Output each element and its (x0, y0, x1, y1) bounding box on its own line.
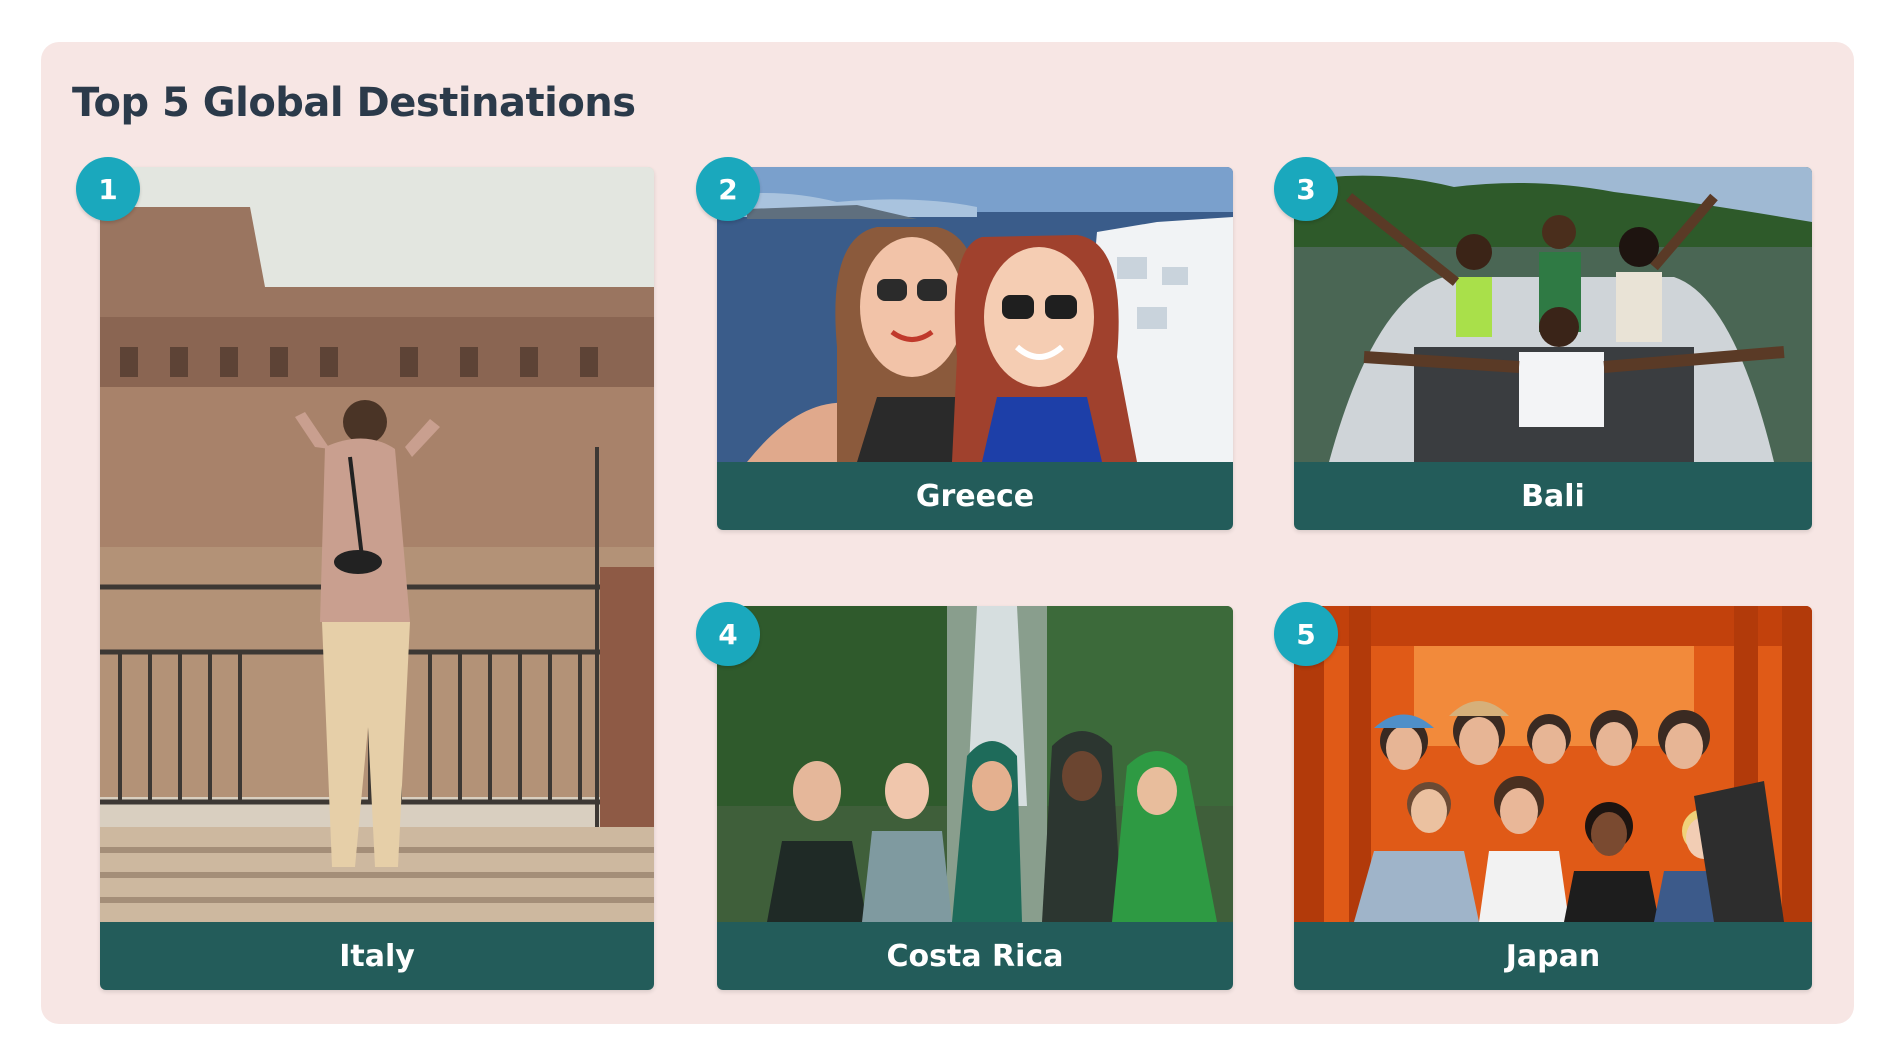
destination-card-bali[interactable]: Bali (1294, 167, 1812, 530)
rank-badge-3: 3 (1274, 157, 1338, 221)
waterfall-group-photo (717, 606, 1233, 922)
destination-card-greece[interactable]: Greece (717, 167, 1233, 530)
destination-label: Greece (717, 462, 1233, 530)
destination-card-japan[interactable]: Japan (1294, 606, 1812, 990)
destination-label: Japan (1294, 922, 1812, 990)
rank-badge-2: 2 (696, 157, 760, 221)
colosseum-photo (100, 167, 654, 922)
rank-badge-1: 1 (76, 157, 140, 221)
destination-card-costa-rica[interactable]: Costa Rica (717, 606, 1233, 990)
torii-gates-group-photo (1294, 606, 1812, 922)
rank-badge-4: 4 (696, 602, 760, 666)
santorini-selfie-photo (717, 167, 1233, 462)
boat-group-photo (1294, 167, 1812, 462)
rank-badge-5: 5 (1274, 602, 1338, 666)
destination-label: Costa Rica (717, 922, 1233, 990)
destination-label: Italy (100, 922, 654, 990)
destination-label: Bali (1294, 462, 1812, 530)
destination-card-italy[interactable]: Italy (100, 167, 654, 990)
page-title: Top 5 Global Destinations (72, 80, 636, 126)
